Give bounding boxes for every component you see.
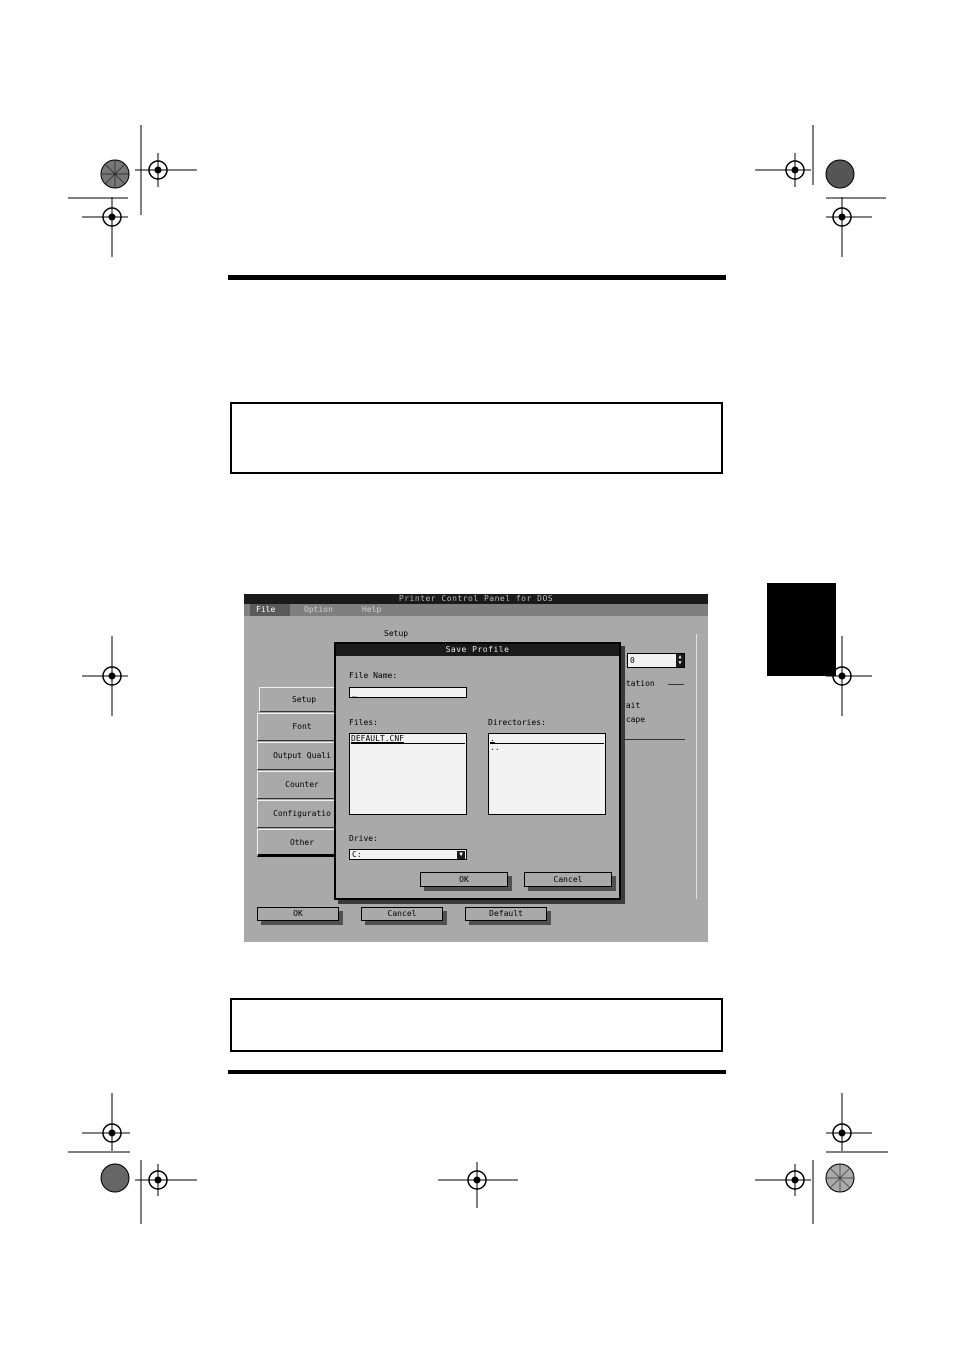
window-title: Printer Control Panel for DOS [244, 594, 708, 604]
registration-mark-icon [82, 636, 128, 716]
file-list-item[interactable]: DEFAULT.CNF [351, 735, 465, 744]
registration-mark-icon [826, 1093, 888, 1153]
spinner-field[interactable]: 0 ▲ ▼ [627, 653, 685, 668]
directory-list-item[interactable]: . [490, 735, 604, 744]
directories-label: Directories: [488, 718, 546, 727]
file-name-field[interactable]: _ [349, 687, 467, 698]
note-box-bottom [230, 998, 723, 1052]
drive-select[interactable]: C: ▼ [349, 849, 467, 860]
drive-value: C: [352, 850, 362, 859]
files-label: Files: [349, 718, 378, 727]
menu-option[interactable]: Option [298, 604, 339, 616]
header-rule [228, 275, 726, 280]
orientation-label: ntation [621, 679, 655, 688]
default-button[interactable]: Default [465, 907, 547, 921]
note-box-top [230, 402, 723, 474]
app-screenshot: Printer Control Panel for DOS File Optio… [244, 594, 708, 942]
orientation-line [668, 684, 684, 685]
dialog-cancel-button[interactable]: Cancel [524, 872, 612, 887]
menu-file[interactable]: File [250, 604, 290, 616]
directory-list-item[interactable]: .. [490, 744, 604, 752]
ok-button[interactable]: OK [257, 907, 339, 921]
panel-frame-right [696, 634, 697, 899]
setup-group-label: Setup [384, 629, 409, 638]
registration-mark-icon [755, 1160, 814, 1224]
spinner-arrows-icon[interactable]: ▲ ▼ [676, 654, 684, 667]
starburst-target-icon [825, 1163, 855, 1193]
registration-mark-icon [755, 125, 814, 187]
spinner-value: 0 [630, 656, 635, 665]
registration-mark-icon [68, 1093, 130, 1153]
file-name-value: _ [352, 688, 357, 697]
files-listbox[interactable]: DEFAULT.CNF [349, 733, 467, 815]
portrait-radio-label[interactable]: rait [621, 701, 640, 710]
menu-help[interactable]: Help [356, 604, 387, 616]
footer-rule [228, 1070, 726, 1074]
starburst-target-icon [100, 159, 130, 189]
save-profile-dialog: Save Profile File Name: _ Files: DEFAULT… [334, 642, 621, 900]
registration-mark-icon [826, 197, 886, 257]
registration-mark-icon [68, 197, 128, 257]
orientation-frame-bottom [621, 739, 685, 740]
registration-mark-icon [135, 1160, 197, 1224]
dropdown-arrow-icon[interactable]: ▼ [457, 851, 465, 859]
directories-listbox[interactable]: . .. [488, 733, 606, 815]
starburst-target-icon [100, 1163, 130, 1193]
registration-mark-icon [826, 636, 872, 716]
file-name-label: File Name: [349, 671, 398, 680]
menu-bar: File Option Help [244, 604, 708, 616]
cancel-button[interactable]: Cancel [361, 907, 443, 921]
dialog-title: Save Profile [336, 644, 619, 656]
dialog-ok-button[interactable]: OK [420, 872, 508, 887]
registration-mark-icon [135, 125, 197, 215]
landscape-radio-label[interactable]: scape [621, 715, 645, 724]
registration-mark-icon [438, 1162, 518, 1208]
drive-label: Drive: [349, 834, 378, 843]
starburst-target-icon [825, 159, 855, 189]
